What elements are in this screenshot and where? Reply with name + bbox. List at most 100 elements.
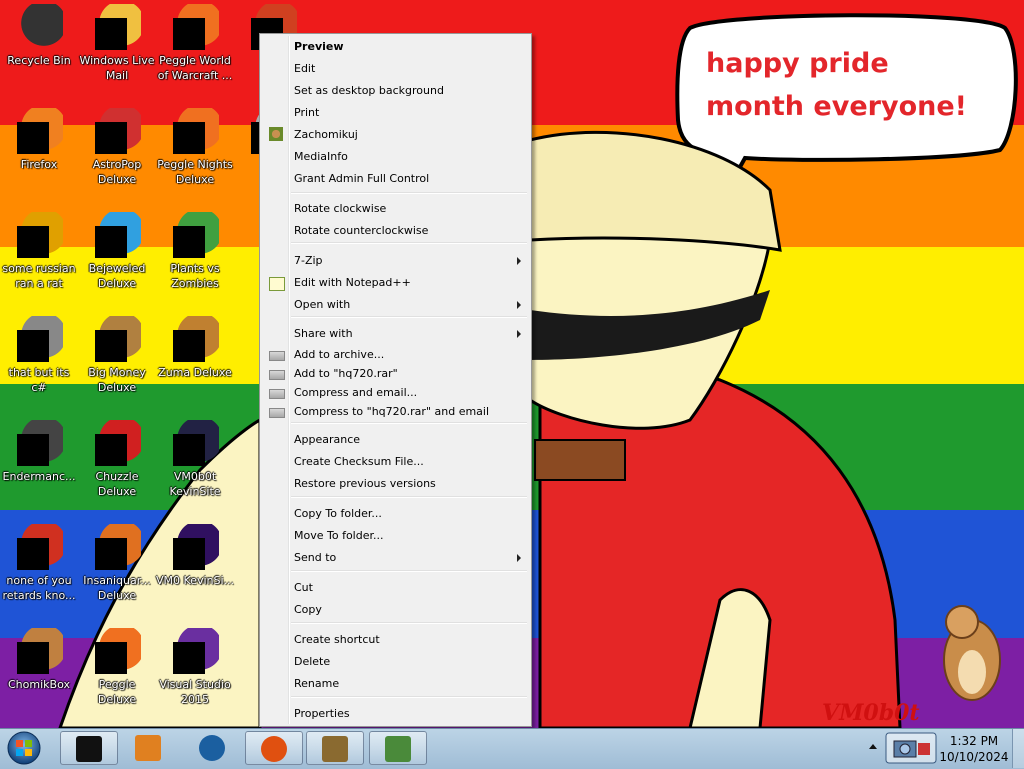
- taskbar-button[interactable]: [369, 731, 427, 765]
- show-hidden-icons-arrow[interactable]: [869, 744, 877, 749]
- menu-item[interactable]: Rotate counterclockwise: [262, 220, 529, 242]
- menu-item[interactable]: Print: [262, 102, 529, 124]
- show-desktop-button[interactable]: [1012, 729, 1024, 768]
- taskbar-button[interactable]: [120, 731, 178, 765]
- desktop-icon-label: Firefox: [20, 158, 58, 171]
- chomikbox-icon: [322, 736, 348, 762]
- menu-item-label: Create Checksum File...: [294, 455, 424, 468]
- desktop-icon[interactable]: VM0b0t KevinSite: [156, 420, 234, 499]
- desktop-icon[interactable]: Big Money Deluxe: [78, 316, 156, 395]
- taskbar-button[interactable]: [245, 731, 303, 765]
- menu-item[interactable]: Copy To folder...: [262, 503, 529, 525]
- desktop-icon[interactable]: Endermanc...: [0, 420, 78, 484]
- visual-studio-icon: [171, 628, 219, 676]
- clock-time: 1:32 PM: [949, 734, 999, 748]
- menu-item-label: Move To folder...: [294, 529, 384, 542]
- taskbar-button[interactable]: [306, 731, 364, 765]
- menu-item[interactable]: Create Checksum File...: [262, 451, 529, 473]
- archive-icon: [269, 389, 285, 399]
- menu-item[interactable]: Create shortcut: [262, 629, 529, 651]
- desktop-icon[interactable]: Peggle Nights Deluxe: [156, 108, 234, 187]
- menu-item[interactable]: Rename: [262, 673, 529, 695]
- menu-item[interactable]: Send to: [262, 547, 529, 569]
- menu-item[interactable]: Properties: [262, 703, 529, 725]
- desktop-icon[interactable]: Plants vs Zombies: [156, 212, 234, 291]
- money-bag-icon: [93, 316, 141, 364]
- menu-item[interactable]: Compress to "hq720.rar" and email: [262, 401, 529, 423]
- redaction-box: [173, 434, 205, 466]
- menu-item[interactable]: Copy: [262, 599, 529, 621]
- menu-item[interactable]: Edit: [262, 58, 529, 80]
- menu-item-label: Rotate clockwise: [294, 202, 387, 215]
- desktop-icon[interactable]: ChomikBox: [0, 628, 78, 692]
- file-context-menu: Preview Edit Set as desktop background Prin…: [259, 33, 532, 727]
- archive-icon: [269, 351, 285, 361]
- taskbar-button[interactable]: [60, 731, 118, 765]
- menu-item[interactable]: Open with: [262, 294, 529, 316]
- menu-separator: [291, 696, 527, 698]
- menu-item-label: Delete: [294, 655, 331, 668]
- desktop-icon-label: that but its c#: [8, 366, 70, 394]
- menu-item-label: Share with: [294, 327, 353, 340]
- menu-item[interactable]: 7-Zip: [262, 250, 529, 272]
- firefox-icon: [261, 736, 287, 762]
- menu-separator: [291, 496, 527, 498]
- desktop-icon[interactable]: that but its c#: [0, 316, 78, 395]
- artist-signature: VM0b0t: [822, 700, 920, 726]
- menu-item-label: Properties: [294, 707, 350, 720]
- desktop-icon[interactable]: none of you retards kno...: [0, 524, 78, 603]
- desktop-icon[interactable]: Chuzzle Deluxe: [78, 420, 156, 499]
- desktop-icon[interactable]: Firefox: [0, 108, 78, 172]
- menu-item-label: Set as desktop background: [294, 84, 444, 97]
- menu-item[interactable]: Share with: [262, 323, 529, 345]
- desktop-icon[interactable]: Visual Studio 2015: [156, 628, 234, 707]
- menu-item[interactable]: Rotate clockwise: [262, 198, 529, 220]
- taskbar-button[interactable]: [184, 731, 242, 765]
- desktop-icon[interactable]: Peggle Deluxe: [78, 628, 156, 707]
- menu-item-label: Copy: [294, 603, 322, 616]
- desktop-icon[interactable]: Insaniquar... Deluxe: [78, 524, 156, 603]
- fish-icon: [93, 524, 141, 572]
- desktop-icon[interactable]: VM0 KevinSi...: [156, 524, 234, 588]
- redaction-box: [173, 538, 205, 570]
- media-player-icon: [135, 735, 161, 761]
- redaction-box: [173, 18, 205, 50]
- menu-item-label: Grant Admin Full Control: [294, 172, 430, 185]
- system-clock[interactable]: 1:32 PM 10/10/2024: [938, 733, 1010, 765]
- laptop-icon: [76, 736, 102, 762]
- start-button[interactable]: [4, 730, 44, 766]
- submenu-arrow-icon: [517, 301, 521, 309]
- desktop-icon[interactable]: Recycle Bin: [0, 4, 78, 68]
- gem-icon: [93, 212, 141, 260]
- menu-item[interactable]: Edit with Notepad++: [262, 272, 529, 294]
- plant-icon: [171, 212, 219, 260]
- menu-item[interactable]: Set as desktop background: [262, 80, 529, 102]
- peggle-icon: [171, 4, 219, 52]
- desktop-icon[interactable]: Zuma Deluxe: [156, 316, 234, 380]
- zuma-icon: [171, 316, 219, 364]
- menu-item[interactable]: Zachomikuj: [262, 124, 529, 146]
- desktop-icon-label: Peggle Deluxe: [97, 678, 137, 706]
- desktop-icon[interactable]: Windows Live Mail: [78, 4, 156, 83]
- menu-item[interactable]: Restore previous versions: [262, 473, 529, 495]
- menu-item[interactable]: Appearance: [262, 429, 529, 451]
- desktop-icon[interactable]: Peggle World of Warcraft ...: [156, 4, 234, 83]
- menu-item-label: Zachomikuj: [294, 128, 358, 141]
- desktop-icon[interactable]: AstroPop Deluxe: [78, 108, 156, 187]
- menu-item[interactable]: Delete: [262, 651, 529, 673]
- menu-item[interactable]: Move To folder...: [262, 525, 529, 547]
- desktop-icon[interactable]: some russian ran a rat: [0, 212, 78, 291]
- tray-camera-icon[interactable]: [884, 731, 938, 765]
- menu-item[interactable]: Grant Admin Full Control: [262, 168, 529, 190]
- file-icon: [15, 212, 63, 260]
- menu-item-label: Compress and email...: [294, 386, 418, 399]
- desktop-icon[interactable]: Bejeweled Deluxe: [78, 212, 156, 291]
- menu-separator: [291, 316, 527, 318]
- file-icon: [15, 524, 63, 572]
- menu-item[interactable]: MediaInfo: [262, 146, 529, 168]
- menu-separator: [291, 570, 527, 572]
- menu-item[interactable]: Preview: [262, 36, 529, 58]
- redaction-box: [17, 122, 49, 154]
- menu-item[interactable]: Cut: [262, 577, 529, 599]
- menu-item-label: Rotate counterclockwise: [294, 224, 429, 237]
